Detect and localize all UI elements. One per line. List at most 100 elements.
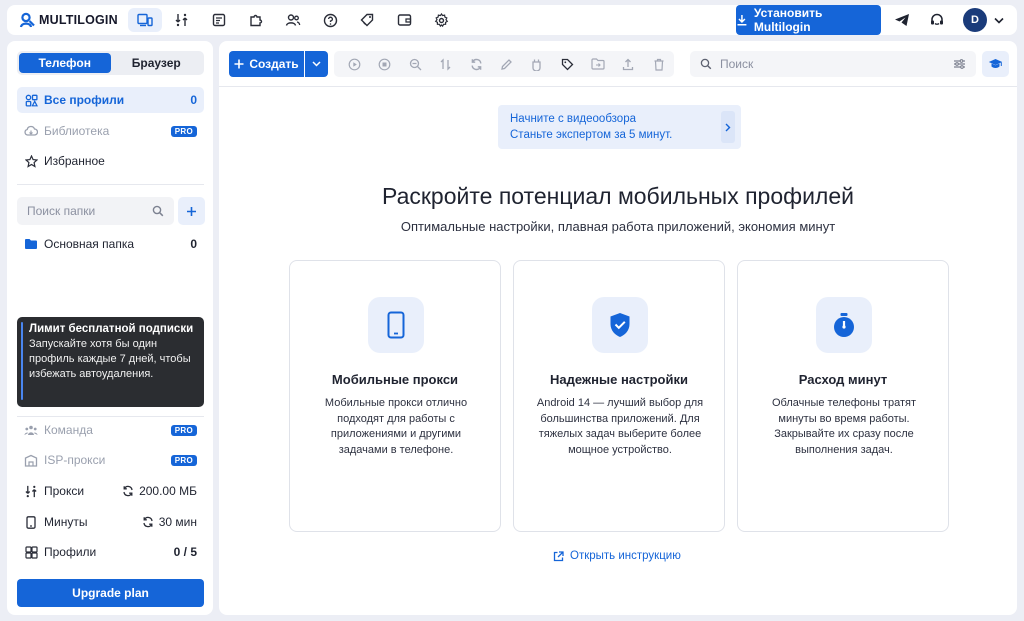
cloud-icon xyxy=(24,124,38,138)
filter-icon[interactable] xyxy=(953,58,966,70)
profile-search-input[interactable]: Поиск xyxy=(690,51,976,77)
sidebar-item-main-folder[interactable]: Основная папка 0 xyxy=(17,231,204,257)
sidebar-item-favorites[interactable]: Избранное xyxy=(17,148,204,174)
edit-icon[interactable] xyxy=(491,51,521,77)
profiles-usage-value: 0 / 5 xyxy=(173,545,197,559)
headset-icon xyxy=(931,13,943,25)
support-button[interactable] xyxy=(922,5,952,35)
card-text: Android 14 — лучший выбор для большинств… xyxy=(536,397,704,456)
settings-nav-icon[interactable] xyxy=(424,8,458,32)
search-icon xyxy=(700,58,712,70)
notice-title: Лимит бесплатной подписки xyxy=(29,323,194,335)
tag-icon[interactable] xyxy=(552,51,582,77)
open-instructions-link[interactable]: Открыть инструкцию xyxy=(553,550,681,562)
divider xyxy=(17,184,204,185)
install-multilogin-button[interactable]: Установить Multilogin xyxy=(736,5,881,35)
graduation-cap-icon xyxy=(988,59,1003,68)
team-icon xyxy=(24,423,38,437)
pro-badge: PRO xyxy=(170,424,197,436)
create-button[interactable]: Создать xyxy=(229,51,304,77)
feature-card-reliable-settings: Надежные настройки Android 14 — лучший в… xyxy=(513,260,725,532)
refresh-icon[interactable] xyxy=(142,516,154,528)
sidebar-item-all-profiles[interactable]: Все профили 0 xyxy=(17,87,204,113)
telegram-button[interactable] xyxy=(887,5,917,35)
card-text: Мобильные прокси отлично подходят для ра… xyxy=(324,397,468,456)
banner-line-1: Начните с видеообзора xyxy=(510,113,636,125)
sidebar-item-library[interactable]: Библиотека PRO xyxy=(17,118,204,144)
pro-badge: PRO xyxy=(170,454,197,466)
sidebar-item-label: Основная папка xyxy=(44,237,134,251)
pro-badge: PRO xyxy=(170,125,197,137)
telegram-icon xyxy=(895,14,909,26)
multilogin-logo-icon xyxy=(19,12,35,28)
folder-search-placeholder: Поиск папки xyxy=(27,204,96,218)
main-panel: Создать Поиск Начните с видеообзора Стан… xyxy=(219,41,1017,615)
export-icon[interactable] xyxy=(613,51,643,77)
sidebar-item-team[interactable]: Команда PRO xyxy=(17,417,204,443)
shield-check-icon xyxy=(592,297,648,353)
refresh-icon[interactable] xyxy=(122,485,134,497)
sidebar-item-label: Библиотека xyxy=(44,124,110,138)
search-icon xyxy=(152,205,164,217)
wallet-nav-icon[interactable] xyxy=(387,8,421,32)
cookie-icon[interactable] xyxy=(522,51,552,77)
browser-nav-icon[interactable] xyxy=(202,8,236,32)
video-overview-banner[interactable]: Начните с видеообзора Станьте экспертом … xyxy=(498,105,741,149)
minutes-value: 30 мин xyxy=(158,515,197,529)
top-nav xyxy=(128,8,461,32)
chevron-right-icon[interactable] xyxy=(721,111,735,143)
tab-phone[interactable]: Телефон xyxy=(19,53,111,73)
phone-icon xyxy=(24,515,38,529)
banner-line-2: Станьте экспертом за 5 минут. xyxy=(510,129,673,141)
card-title: Мобильные прокси xyxy=(331,372,459,387)
academy-button[interactable] xyxy=(982,51,1009,77)
stop-icon[interactable] xyxy=(369,51,399,77)
sidebar: Телефон Браузер Все профили 0 Библиотека… xyxy=(7,41,213,615)
top-bar: MULTILOGIN Установить Multilogin D xyxy=(7,5,1017,35)
avatar[interactable]: D xyxy=(963,8,987,32)
sidebar-item-label: Все профили xyxy=(44,93,125,107)
sidebar-item-label: Команда xyxy=(44,423,93,437)
hero-subtitle: Оптимальные настройки, плавная работа пр… xyxy=(400,219,836,234)
sidebar-item-isp-proxy[interactable]: ISP-прокси PRO xyxy=(17,447,204,473)
add-folder-button[interactable] xyxy=(178,197,205,225)
sidebar-item-label: Минуты xyxy=(44,515,88,529)
play-icon[interactable] xyxy=(339,51,369,77)
card-text: Облачные телефоны тратят минуты во время… xyxy=(771,397,916,456)
notice-body: Запускайте хотя бы один профиль каждые 7… xyxy=(29,338,191,380)
profile-actions-toolbar xyxy=(334,51,674,77)
extensions-nav-icon[interactable] xyxy=(239,8,273,32)
star-icon xyxy=(24,154,38,168)
move-to-folder-icon[interactable] xyxy=(583,51,613,77)
create-dropdown-button[interactable] xyxy=(305,51,328,77)
building-icon xyxy=(24,453,38,467)
tab-browser[interactable]: Браузер xyxy=(111,53,203,73)
profiles-icon xyxy=(24,545,38,559)
help-nav-icon[interactable] xyxy=(313,8,347,32)
sidebar-item-proxy-usage: Прокси 200.00 МБ xyxy=(17,478,204,504)
hero-title: Раскройте потенциал мобильных профилей xyxy=(382,183,854,209)
account-menu[interactable]: D xyxy=(963,5,1017,35)
sidebar-item-label: ISP-прокси xyxy=(44,453,106,467)
logo[interactable]: MULTILOGIN xyxy=(19,12,118,28)
create-label: Создать xyxy=(249,57,299,71)
proxy-icon xyxy=(24,484,38,498)
external-link-icon xyxy=(553,550,564,561)
trash-icon[interactable] xyxy=(644,51,674,77)
plus-icon xyxy=(187,206,196,216)
toolbar: Создать Поиск xyxy=(219,41,1017,87)
install-button-label: Установить Multilogin xyxy=(753,6,823,34)
zoom-icon[interactable] xyxy=(400,51,430,77)
transfer-icon[interactable] xyxy=(430,51,460,77)
sync-icon[interactable] xyxy=(461,51,491,77)
proxy-value: 200.00 МБ xyxy=(139,484,197,498)
team-nav-icon[interactable] xyxy=(276,8,310,32)
free-plan-notice: Лимит бесплатной подписки Запускайте хот… xyxy=(17,317,204,407)
proxy-nav-icon[interactable] xyxy=(165,8,199,32)
chevron-down-icon[interactable] xyxy=(994,17,1004,24)
tags-nav-icon[interactable] xyxy=(350,8,384,32)
feature-card-minutes-usage: Расход минут Облачные телефоны тратят ми… xyxy=(737,260,949,532)
folder-search-input[interactable]: Поиск папки xyxy=(17,197,174,225)
profiles-nav-icon[interactable] xyxy=(128,8,162,32)
upgrade-plan-button[interactable]: Upgrade plan xyxy=(17,579,204,607)
